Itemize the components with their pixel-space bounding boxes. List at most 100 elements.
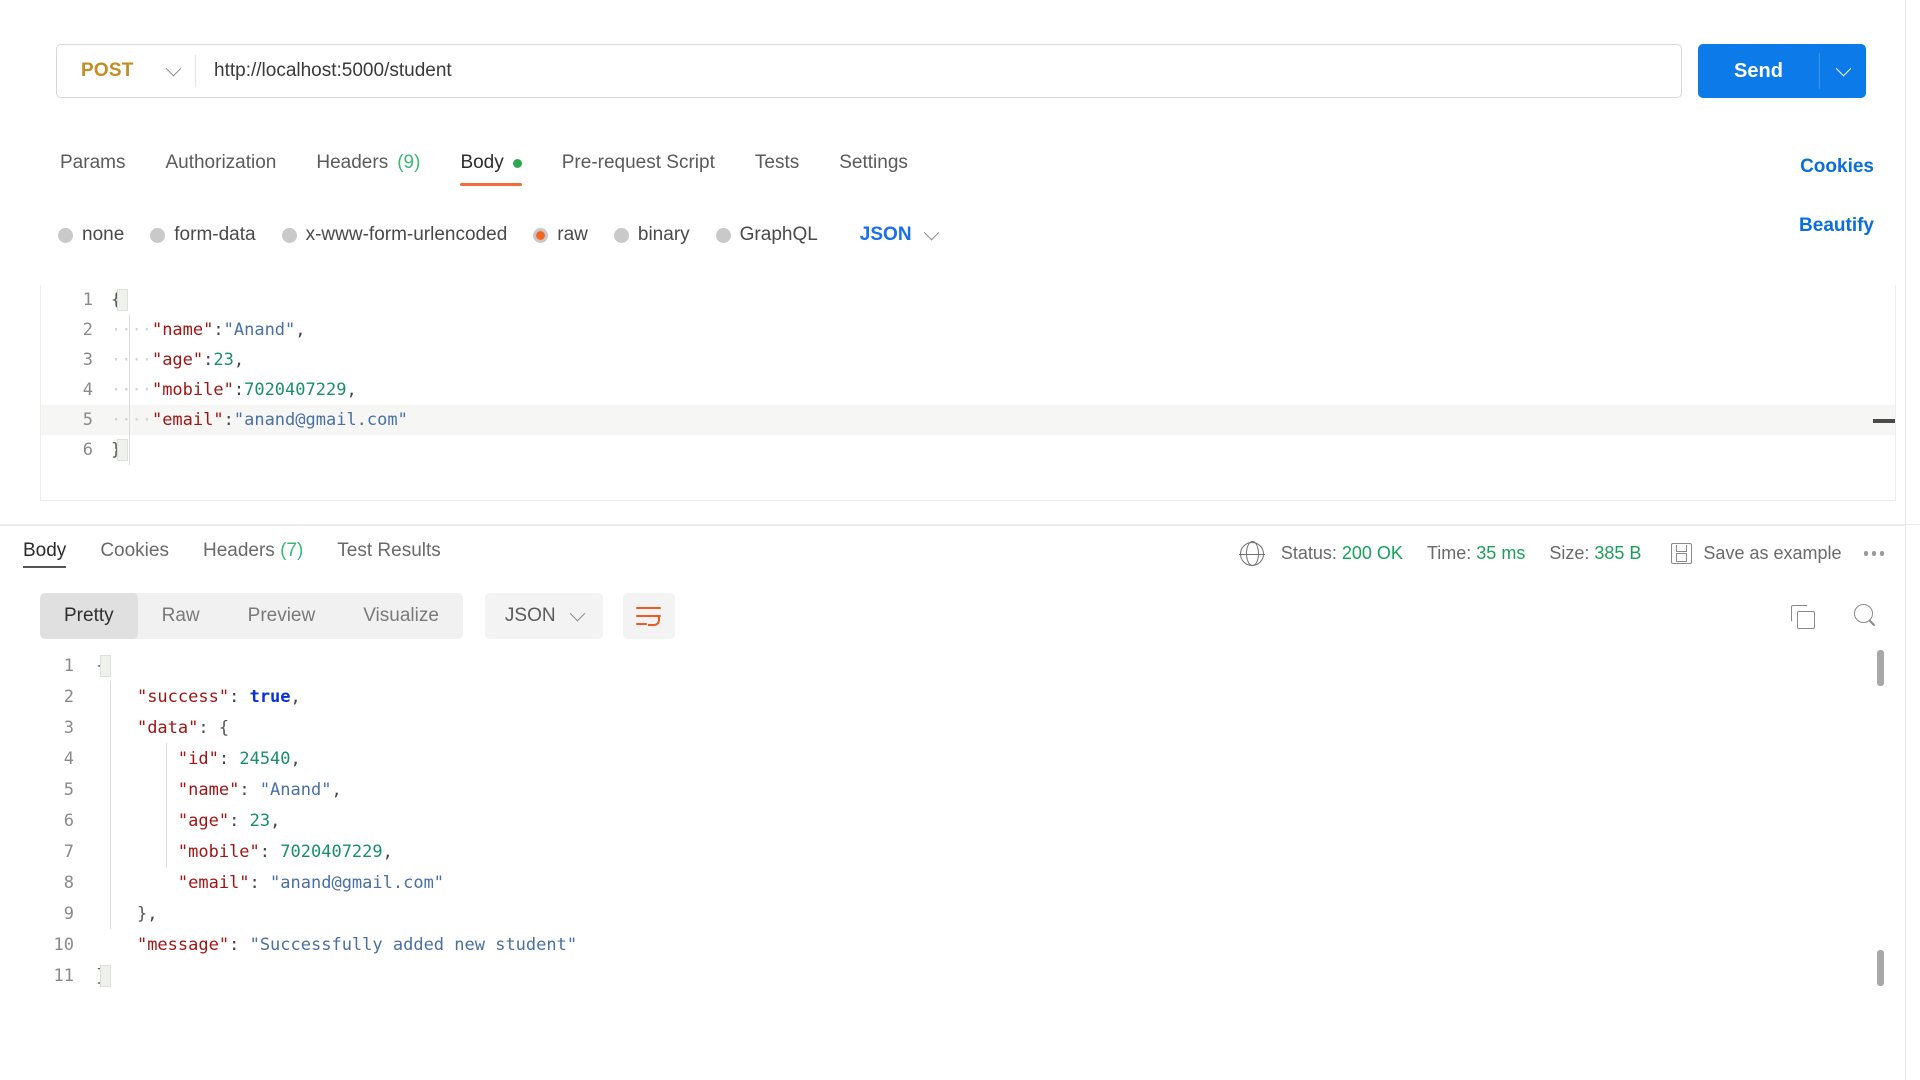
request-tab-tests[interactable]: Tests: [735, 152, 819, 190]
radio-icon: [613, 227, 629, 243]
code-fold-end[interactable]: [100, 965, 111, 987]
cookies-link[interactable]: Cookies: [1800, 156, 1874, 178]
search-icon[interactable]: [1854, 604, 1878, 628]
code-text: ····"age":23,: [111, 350, 245, 370]
url-input[interactable]: http://localhost:5000/student: [196, 60, 1681, 82]
chevron-down-icon: [923, 224, 939, 240]
status-value: 200 OK: [1341, 543, 1403, 563]
request-tab-pre-request-script[interactable]: Pre-request Script: [542, 152, 735, 190]
line-number: 5: [82, 410, 93, 430]
code-line: 5 "name": "Anand",: [0, 774, 1906, 805]
line-number: 6: [82, 440, 93, 460]
code-text: ····"name":"Anand",: [111, 320, 306, 340]
code-line: 10 "message": "Successfully added new st…: [0, 929, 1906, 960]
code-line: 5 ····"email":"anand@gmail.com": [41, 405, 1895, 435]
raw-format-select[interactable]: JSON: [860, 224, 939, 246]
request-tab-body[interactable]: Body: [440, 152, 541, 190]
radio-label: none: [82, 224, 125, 245]
code-line: 6}: [41, 435, 1895, 465]
body-type-form-data[interactable]: form-data: [150, 224, 256, 246]
tab-label: Settings: [839, 152, 908, 173]
http-method-label: POST: [81, 60, 134, 81]
request-body-editor[interactable]: 1{2····"name":"Anand",3····"age":23,4···…: [40, 285, 1896, 501]
view-mode-raw[interactable]: Raw: [138, 593, 224, 639]
status-label: Status:: [1280, 543, 1337, 563]
response-tab-headers[interactable]: Headers (7): [186, 540, 320, 568]
time-value: 35 ms: [1476, 543, 1526, 563]
response-body-viewer[interactable]: 1{2 "success": true,3 "data": {4 "id": 2…: [0, 650, 1906, 1080]
code-text: ····"email":"anand@gmail.com": [111, 410, 408, 430]
save-as-example-label: Save as example: [1703, 543, 1842, 563]
scrollbar-thumb-bottom[interactable]: [1877, 950, 1884, 986]
radio-icon: [715, 227, 731, 243]
editor-resize-handle[interactable]: [1873, 419, 1895, 423]
line-number: 9: [63, 903, 74, 924]
view-mode-preview[interactable]: Preview: [224, 593, 340, 639]
word-wrap-button[interactable]: [622, 593, 675, 639]
response-tab-body[interactable]: Body: [6, 540, 83, 568]
indent-guide: [129, 315, 130, 465]
save-icon: [1671, 543, 1693, 564]
line-number: 5: [63, 779, 74, 800]
request-tab-settings[interactable]: Settings: [819, 152, 928, 190]
save-as-example-button[interactable]: Save as example: [1671, 543, 1842, 564]
request-tab-headers[interactable]: Headers (9): [296, 152, 440, 190]
response-tab-cookies[interactable]: Cookies: [83, 540, 186, 568]
request-code-lines: 1{2····"name":"Anand",3····"age":23,4···…: [41, 285, 1895, 500]
body-type-binary[interactable]: binary: [613, 224, 690, 246]
response-format-select[interactable]: JSON: [484, 593, 603, 639]
line-number: 1: [82, 290, 93, 310]
view-mode-pretty[interactable]: Pretty: [40, 593, 138, 639]
chevron-down-icon: [165, 60, 182, 76]
beautify-link[interactable]: Beautify: [1799, 215, 1874, 237]
code-line: 1{: [0, 650, 1906, 681]
copy-icon[interactable]: [1791, 604, 1815, 629]
body-type-raw[interactable]: raw: [533, 224, 588, 246]
code-line: 1{: [41, 285, 1895, 315]
tab-label: Body: [460, 152, 504, 173]
url-bar: POST http://localhost:5000/student Send: [56, 44, 1866, 98]
response-format-label: JSON: [504, 605, 556, 626]
code-line: 11}: [0, 960, 1906, 991]
body-type-none[interactable]: none: [58, 224, 124, 246]
code-line: 9 },: [0, 898, 1906, 929]
code-text: "data": {: [136, 717, 230, 738]
line-number: 2: [82, 320, 93, 340]
response-view-mode-group: Pretty Raw Preview Visualize: [40, 593, 463, 639]
code-text: "mobile": 7020407229,: [177, 841, 393, 862]
request-tab-authorization[interactable]: Authorization: [145, 152, 296, 190]
request-tab-params[interactable]: Params: [40, 152, 145, 190]
line-number: 10: [53, 934, 74, 955]
view-mode-visualize[interactable]: Visualize: [339, 593, 463, 639]
tab-label: Tests: [754, 152, 800, 173]
http-method-select[interactable]: POST: [57, 45, 195, 97]
more-options-icon[interactable]: [1863, 551, 1884, 556]
word-wrap-icon: [636, 606, 662, 626]
radio-icon: [533, 227, 549, 243]
send-button[interactable]: Send: [1698, 44, 1819, 98]
send-options-button[interactable]: [1820, 44, 1866, 98]
code-fold-end[interactable]: [117, 439, 128, 461]
postman-app: POST http://localhost:5000/student Send …: [0, 0, 1920, 1080]
code-fold-start[interactable]: [117, 289, 128, 311]
line-number: 4: [63, 748, 74, 769]
body-type-x-www-form-urlencoded[interactable]: x-www-form-urlencoded: [281, 224, 507, 246]
response-tab-test-results[interactable]: Test Results: [320, 540, 457, 568]
time-label: Time:: [1426, 543, 1472, 563]
code-text: "email": "anand@gmail.com": [177, 872, 445, 893]
body-type-radio-group: none form-data x-www-form-urlencoded raw bin…: [58, 213, 939, 257]
code-fold-start[interactable]: [100, 655, 111, 677]
code-line: 6 "age": 23,: [0, 805, 1906, 836]
line-number: 1: [63, 655, 74, 676]
url-input-group: POST http://localhost:5000/student: [56, 44, 1682, 98]
radio-label: raw: [557, 224, 588, 245]
chevron-down-icon: [1835, 60, 1851, 76]
line-number: 11: [53, 965, 74, 986]
body-type-graphql[interactable]: GraphQL: [715, 224, 818, 246]
radio-icon: [281, 227, 297, 243]
code-line: 7 "mobile": 7020407229,: [0, 836, 1906, 867]
tab-label: Authorization: [165, 152, 277, 173]
scrollbar-thumb-top[interactable]: [1877, 650, 1884, 686]
response-tools: [1791, 604, 1906, 629]
tab-count: (9): [397, 152, 421, 173]
